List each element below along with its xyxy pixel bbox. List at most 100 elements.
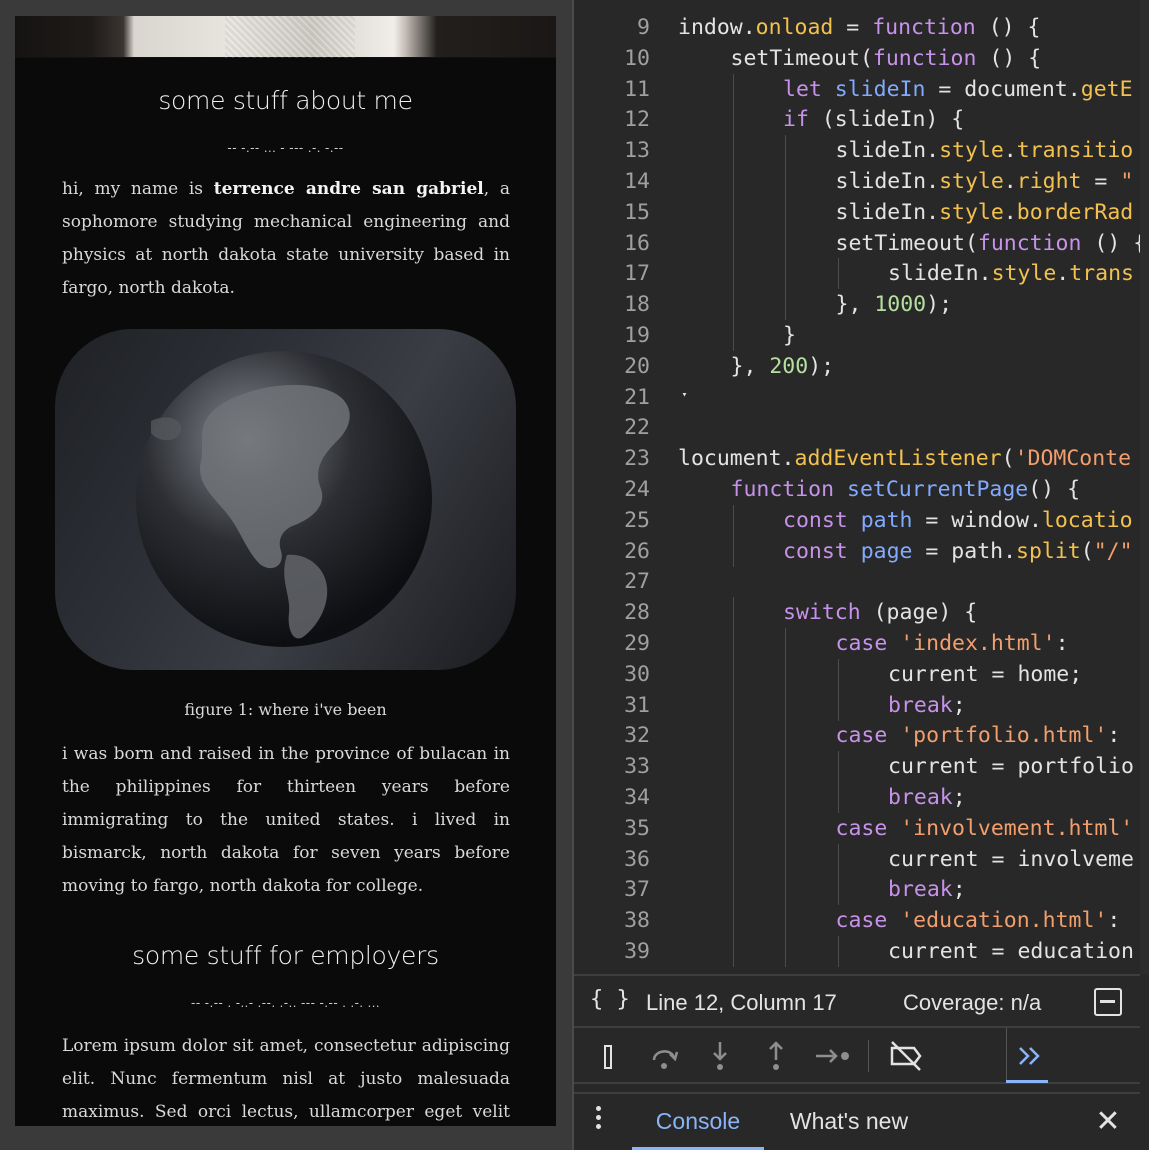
code-line[interactable]: 20}, 200); xyxy=(574,351,1140,382)
indent-guide xyxy=(785,874,786,906)
line-number[interactable]: 15 xyxy=(574,197,650,228)
step-over-icon[interactable] xyxy=(646,1038,682,1074)
code-line[interactable]: 24 function setCurrentPage() { xyxy=(574,474,1140,505)
code-line[interactable]: 30 current = home; xyxy=(574,658,1140,690)
code-line[interactable]: 14 slideIn.style.right = " xyxy=(574,166,1140,197)
pretty-print-icon[interactable]: { } xyxy=(590,987,630,1012)
close-drawer-icon[interactable]: ✕ xyxy=(1092,1106,1124,1138)
code-token: ; xyxy=(952,877,966,903)
step-out-icon[interactable] xyxy=(758,1038,794,1074)
line-number[interactable]: 33 xyxy=(574,751,650,782)
pause-icon[interactable] xyxy=(590,1038,626,1074)
code-line[interactable]: 35 case 'involvement.html' xyxy=(574,812,1140,844)
deactivate-breakpoints-icon[interactable] xyxy=(886,1038,926,1074)
code-line[interactable]: 15 slideIn.style.borderRad xyxy=(574,196,1140,228)
line-number[interactable]: 35 xyxy=(574,813,650,844)
line-number[interactable]: 31 xyxy=(574,690,650,721)
line-number[interactable]: 10 xyxy=(574,43,650,74)
line-number[interactable]: 21 xyxy=(574,382,650,413)
about-paragraph: hi, my name is terrence andre san gabrie… xyxy=(62,173,510,305)
code-line[interactable]: 9 ​indow.onload = function () { xyxy=(574,12,1140,43)
indent-guide xyxy=(785,166,786,197)
code-line[interactable]: 11 let slideIn = document.getE xyxy=(574,73,1140,105)
step-icon[interactable] xyxy=(812,1038,856,1074)
line-number[interactable]: 32 xyxy=(574,720,650,751)
code-line[interactable]: 31 break; xyxy=(574,689,1140,721)
code-line[interactable]: 22 xyxy=(574,412,1140,443)
code-line[interactable]: 18}, 1000); xyxy=(574,289,1140,321)
line-number[interactable]: 11 xyxy=(574,74,650,105)
line-number[interactable]: 25 xyxy=(574,505,650,536)
code-line[interactable]: 34 break; xyxy=(574,782,1140,813)
code-token: function xyxy=(872,45,977,71)
code-line[interactable]: 25 const path = window.locatio xyxy=(574,504,1140,536)
line-number[interactable]: 9 xyxy=(574,12,650,43)
line-number[interactable]: 17 xyxy=(574,258,650,289)
line-number[interactable]: 12 xyxy=(574,104,650,135)
code-line[interactable]: 32 case 'portfolio.html': xyxy=(574,720,1140,752)
code-token: }, xyxy=(730,353,770,379)
code-token: 'portfolio.html' xyxy=(900,723,1108,749)
code-token: 'involvement.html' xyxy=(900,815,1134,841)
code-line[interactable]: 39 current = education xyxy=(574,936,1140,967)
line-number[interactable]: 28 xyxy=(574,597,650,628)
code-token: break xyxy=(888,785,953,810)
indent-guide xyxy=(785,628,786,659)
line-content: const page = path.split("/" xyxy=(783,536,1133,567)
code-token: function xyxy=(730,477,835,502)
editor-scrollbar[interactable] xyxy=(1140,0,1149,974)
line-number[interactable]: 13 xyxy=(574,135,650,166)
code-line[interactable]: 28 switch (page) { xyxy=(574,597,1140,629)
line-number[interactable]: 22 xyxy=(574,412,650,443)
line-number[interactable]: 34 xyxy=(574,782,650,813)
code-token: setTimeout( xyxy=(835,230,978,256)
line-number[interactable]: 14 xyxy=(574,166,650,197)
code-line[interactable]: 17 slideIn.style.trans xyxy=(574,258,1140,290)
code-line[interactable]: 19} xyxy=(574,320,1140,351)
indent-guide xyxy=(732,597,734,629)
code-line[interactable]: 16 setTimeout(function () { xyxy=(574,227,1140,259)
line-number[interactable]: 30 xyxy=(574,659,650,690)
line-number[interactable]: 29 xyxy=(574,628,650,659)
code-token: () { xyxy=(976,45,1042,71)
line-number[interactable]: 38 xyxy=(574,905,650,936)
more-tabs-icon[interactable] xyxy=(1012,1038,1048,1074)
line-number[interactable]: 16 xyxy=(574,228,650,259)
line-number[interactable]: 39 xyxy=(574,936,650,967)
code-line[interactable]: 26 const page = path.split("/" xyxy=(574,535,1140,567)
code-line[interactable]: 12 if (slideIn) { xyxy=(574,104,1140,136)
code-line[interactable]: 27 xyxy=(574,566,1140,597)
code-line[interactable]: 33 current = portfolio xyxy=(574,751,1140,783)
line-number[interactable]: 27 xyxy=(574,566,650,597)
line-number[interactable]: 24 xyxy=(574,474,650,505)
page-preview[interactable]: some stuff about me -- -.-- ... - --- .-… xyxy=(15,16,556,1126)
code-line[interactable]: 21 ˑ xyxy=(574,382,1140,413)
code-line[interactable]: 29 case 'index.html': xyxy=(574,628,1140,659)
line-number[interactable]: 37 xyxy=(574,874,650,905)
indent-guide xyxy=(837,874,839,906)
code-editor[interactable]: 9 ​indow.onload = function () {10 setTimeo… xyxy=(574,0,1140,974)
line-number[interactable]: 18 xyxy=(574,289,650,320)
code-line[interactable]: 36 current = involveme xyxy=(574,843,1140,875)
tab-whats-new[interactable]: What's new xyxy=(774,1094,924,1150)
devtools-panel[interactable]: 9 ​indow.onload = function () {10 setTimeo… xyxy=(572,0,1149,1150)
step-into-icon[interactable] xyxy=(702,1038,738,1074)
line-number[interactable]: 26 xyxy=(574,536,650,567)
code-token: () { xyxy=(1081,230,1140,256)
code-line[interactable]: 38 case 'education.html': xyxy=(574,905,1140,937)
toggle-drawer-icon[interactable] xyxy=(1094,988,1122,1016)
tab-console[interactable]: Console xyxy=(632,1094,764,1150)
indent-guide xyxy=(732,196,734,228)
line-number[interactable]: 36 xyxy=(574,844,650,875)
code-line[interactable]: 10 setTimeout(function () { xyxy=(574,43,1140,74)
code-line[interactable]: 37 break; xyxy=(574,874,1140,906)
code-line[interactable]: 13 slideIn.style.transitio xyxy=(574,135,1140,167)
drawer-tabbar: Console What's new ✕ xyxy=(574,1092,1140,1150)
line-content: case 'education.html': xyxy=(836,905,1121,936)
line-number[interactable]: 19 xyxy=(574,320,650,351)
line-number[interactable]: 20 xyxy=(574,351,650,382)
drawer-menu-icon[interactable] xyxy=(596,1106,602,1133)
line-number[interactable]: 23 xyxy=(574,443,650,474)
code-line[interactable]: 23 locument.addEventListener('DOMConte xyxy=(574,443,1140,474)
